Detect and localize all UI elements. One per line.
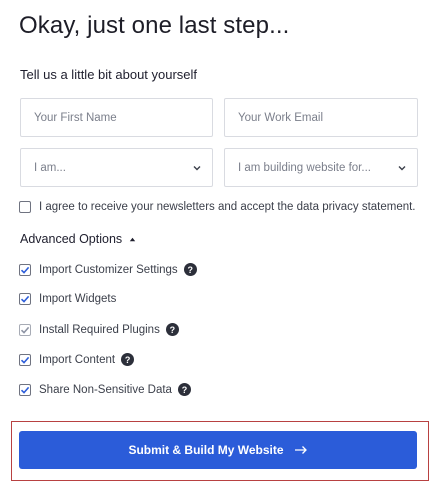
purpose-select-value: I am building website for... [238,161,371,174]
newsletter-label: I agree to receive your newsletters and … [39,201,416,213]
share-data-checkbox[interactable] [19,383,31,396]
option-import-widgets[interactable]: Import Widgets [19,293,116,305]
role-select[interactable]: I am... [20,148,213,187]
submit-label: Submit & Build My Website [128,443,284,457]
work-email-field[interactable] [224,98,418,137]
import-customizer-checkbox[interactable] [19,263,31,276]
question-mark-icon[interactable]: ? [121,353,135,366]
work-email-input[interactable] [238,111,417,124]
advanced-options-toggle[interactable]: Advanced Options [20,232,137,246]
checkmark-icon [20,326,30,334]
install-plugins-label: Install Required Plugins [39,323,160,336]
install-plugins-checkbox[interactable] [19,323,31,336]
option-import-customizer-settings[interactable]: Import Customizer Settings ? [19,263,197,276]
form-subtitle: Tell us a little bit about yourself [20,67,198,82]
import-customizer-label: Import Customizer Settings [39,263,178,276]
role-select-value: I am... [34,161,66,174]
option-import-content[interactable]: Import Content ? [19,353,135,366]
option-install-required-plugins[interactable]: Install Required Plugins ? [19,323,179,336]
checkmark-icon [20,266,30,274]
newsletter-consent[interactable]: I agree to receive your newsletters and … [19,201,416,213]
first-name-field[interactable] [20,98,213,137]
checkmark-icon [20,295,30,303]
arrow-right-icon [294,446,307,454]
import-widgets-checkbox[interactable] [19,293,31,305]
option-share-non-sensitive-data[interactable]: Share Non-Sensitive Data ? [19,383,191,396]
newsletter-checkbox[interactable] [19,201,31,213]
purpose-select[interactable]: I am building website for... [224,148,418,187]
caret-up-icon [129,237,136,241]
chevron-down-icon [398,165,406,170]
checkmark-icon [20,356,30,364]
share-data-label: Share Non-Sensitive Data [39,383,172,396]
import-content-label: Import Content [39,353,116,366]
import-content-checkbox[interactable] [19,353,31,366]
chevron-down-icon [193,165,201,170]
question-mark-icon[interactable]: ? [165,323,179,336]
first-name-input[interactable] [34,111,212,124]
import-widgets-label: Import Widgets [39,293,117,305]
page-title: Okay, just one last step... [19,12,290,39]
advanced-options-title: Advanced Options [20,232,123,246]
submit-build-button[interactable]: Submit & Build My Website [19,431,417,469]
question-mark-icon[interactable]: ? [183,263,197,276]
checkmark-icon [20,386,30,394]
question-mark-icon[interactable]: ? [177,383,191,396]
